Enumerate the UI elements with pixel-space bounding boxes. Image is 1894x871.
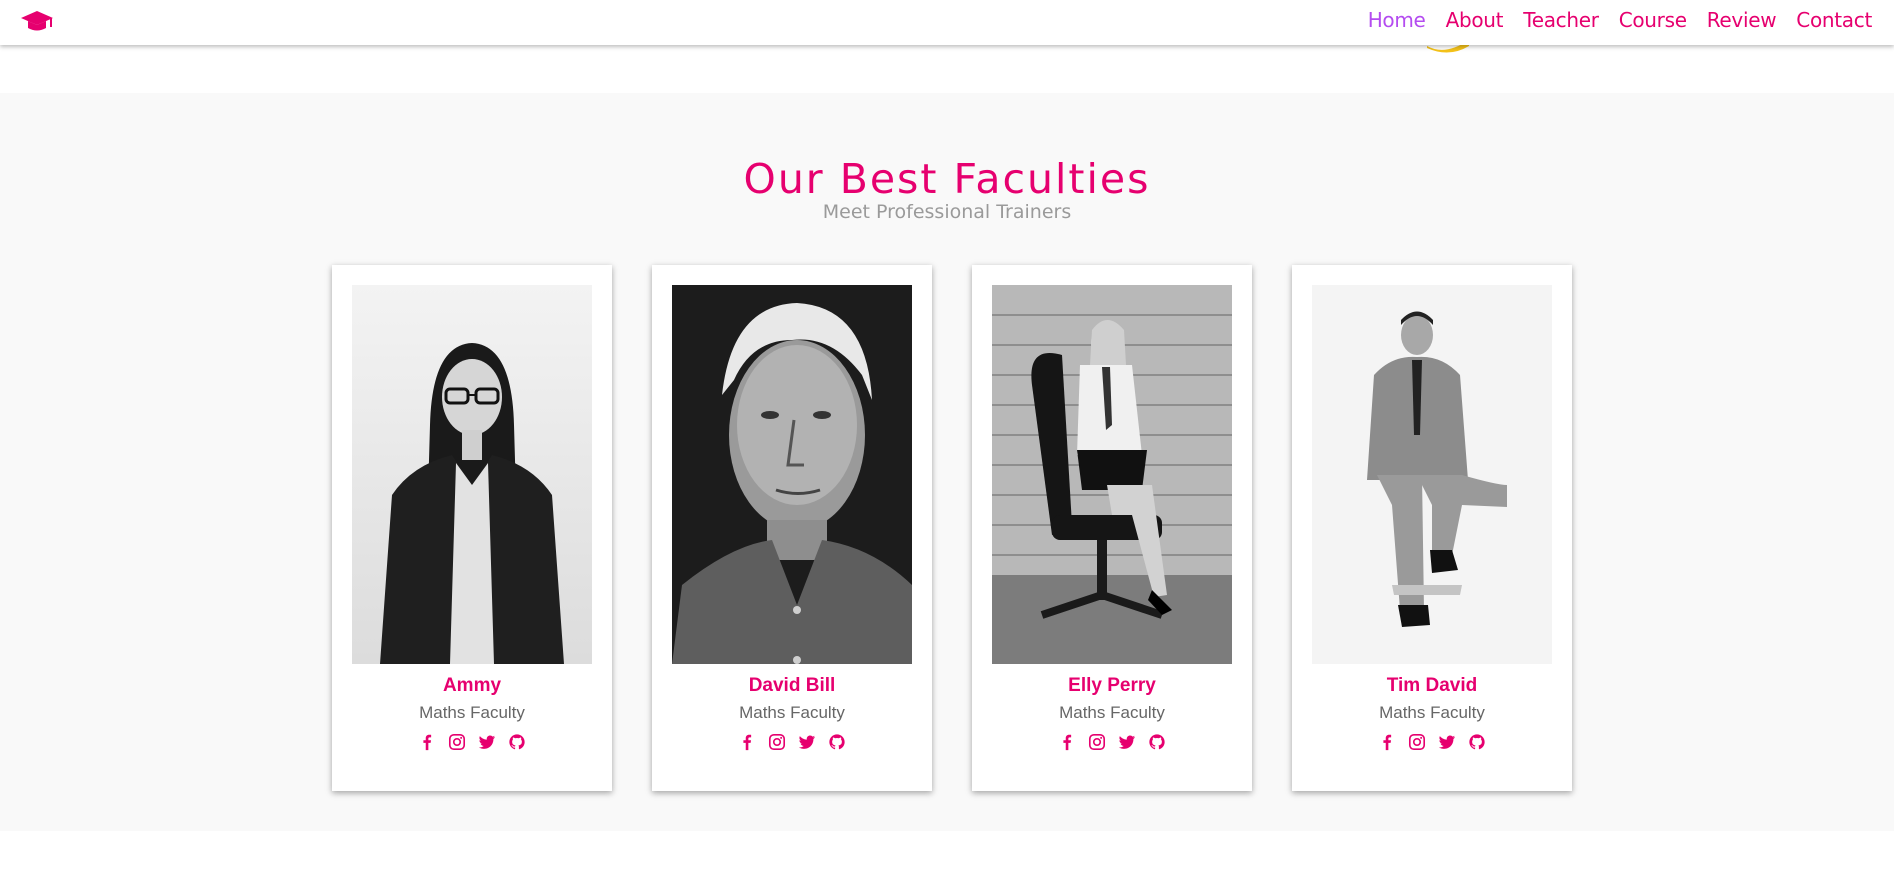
facebook-icon[interactable] <box>1377 732 1397 752</box>
navbar: Home About Teacher Course Review Contact <box>0 0 1894 45</box>
nav-link-contact[interactable]: Contact <box>1796 8 1872 32</box>
faculty-card: David Bill Maths Faculty <box>652 265 932 791</box>
faculty-photo <box>992 285 1232 664</box>
nav-link-review[interactable]: Review <box>1707 8 1777 32</box>
github-icon[interactable] <box>1467 732 1487 752</box>
faculty-card: Elly Perry Maths Faculty <box>972 265 1252 791</box>
nav-links: Home About Teacher Course Review Contact <box>1368 0 1873 40</box>
instagram-icon[interactable] <box>1087 732 1107 752</box>
nav-link-teacher[interactable]: Teacher <box>1523 8 1599 32</box>
faculty-photo <box>352 285 592 664</box>
faculty-role: Maths Faculty <box>1379 703 1485 722</box>
faculty-role: Maths Faculty <box>1059 703 1165 722</box>
section-subtitle: Meet Professional Trainers <box>822 201 1072 223</box>
instagram-icon[interactable] <box>1407 732 1427 752</box>
faculty-card: Ammy Maths Faculty <box>332 265 612 791</box>
github-icon[interactable] <box>507 732 527 752</box>
nav-link-home[interactable]: Home <box>1368 8 1426 32</box>
graduation-cap-icon[interactable] <box>20 8 54 36</box>
faculty-role: Maths Faculty <box>419 703 525 722</box>
faculty-section: Our Best Faculties Meet Professional Tra… <box>0 93 1894 831</box>
facebook-icon[interactable] <box>417 732 437 752</box>
social-links <box>972 732 1252 752</box>
faculty-role: Maths Faculty <box>739 703 845 722</box>
faculty-name: Ammy <box>442 675 502 696</box>
twitter-icon[interactable] <box>1437 732 1457 752</box>
faculty-name: Elly Perry <box>1068 675 1156 696</box>
instagram-icon[interactable] <box>767 732 787 752</box>
section-title: Our Best Faculties <box>743 155 1151 203</box>
twitter-icon[interactable] <box>1117 732 1137 752</box>
faculty-name: Tim David <box>1386 675 1478 696</box>
github-icon[interactable] <box>1147 732 1167 752</box>
nav-link-about[interactable]: About <box>1446 8 1504 32</box>
github-icon[interactable] <box>827 732 847 752</box>
social-links <box>1292 732 1572 752</box>
facebook-icon[interactable] <box>1057 732 1077 752</box>
instagram-icon[interactable] <box>447 732 467 752</box>
faculty-photo <box>1312 285 1552 664</box>
twitter-icon[interactable] <box>797 732 817 752</box>
faculty-photo <box>672 285 912 664</box>
twitter-icon[interactable] <box>477 732 497 752</box>
facebook-icon[interactable] <box>737 732 757 752</box>
social-links <box>332 732 612 752</box>
social-links <box>652 732 932 752</box>
faculty-name: David Bill <box>748 675 836 696</box>
faculty-card: Tim David Maths Faculty <box>1292 265 1572 791</box>
nav-link-course[interactable]: Course <box>1619 8 1687 32</box>
